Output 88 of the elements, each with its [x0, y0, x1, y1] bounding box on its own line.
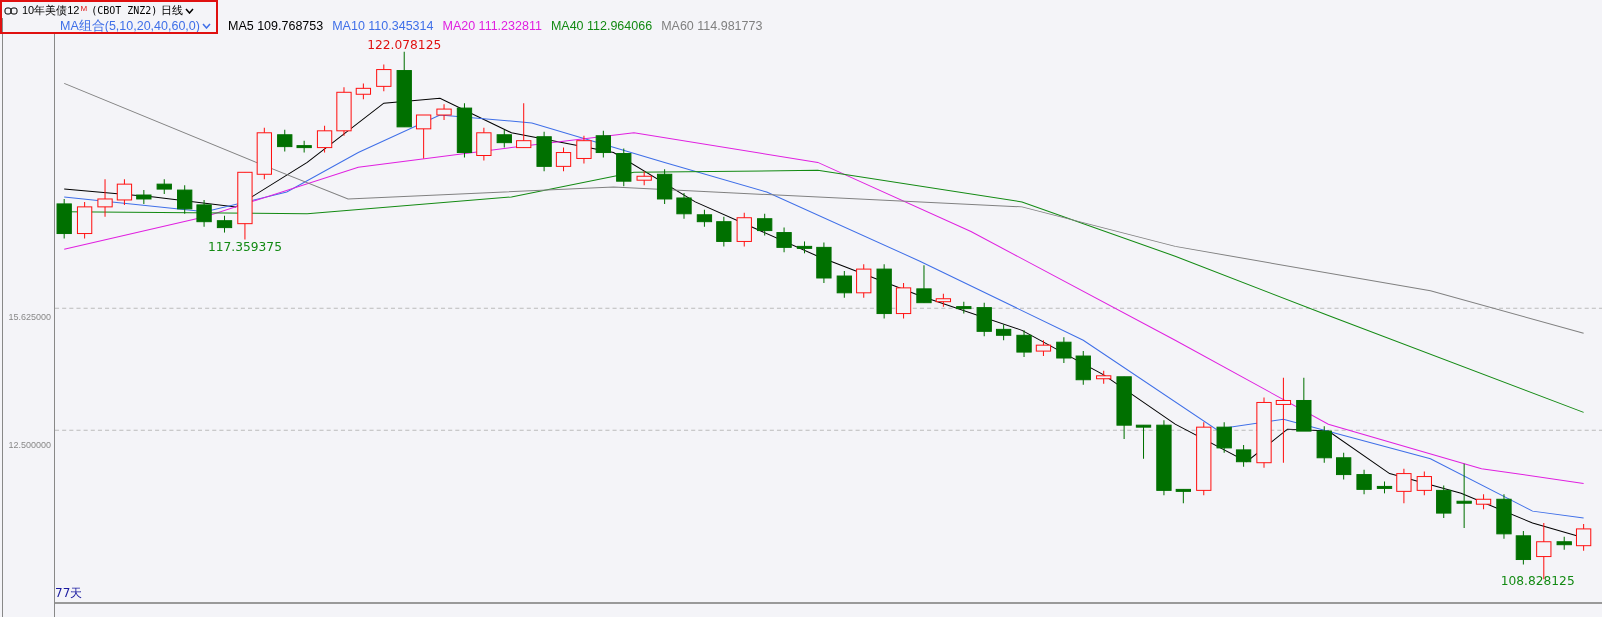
ma-legend: MA10 110.345314 — [332, 19, 434, 33]
price-tick: 12.500000 — [8, 440, 51, 450]
candlestick — [696, 209, 713, 228]
candlestick — [136, 189, 152, 205]
candlestick — [1436, 484, 1452, 519]
candlestick — [1016, 329, 1032, 358]
candlestick — [277, 129, 293, 153]
candlestick — [1175, 488, 1191, 504]
candlestick — [856, 263, 872, 299]
candlestick — [355, 82, 372, 100]
candlestick — [436, 103, 452, 121]
candlestick — [1396, 468, 1412, 504]
candlestick — [1316, 425, 1332, 464]
candlestick — [536, 131, 552, 172]
price-label: 117.359375 — [207, 240, 282, 255]
instrument-name: 10年美债12$^{M}$ — [22, 3, 88, 18]
candlestick — [736, 212, 752, 247]
candlestick — [1515, 530, 1531, 565]
candlestick — [1376, 481, 1393, 494]
candlestick — [1135, 424, 1152, 460]
price-label: 108.828125 — [1500, 574, 1575, 589]
candlestick — [1096, 370, 1112, 385]
instrument-code: (CBOT ZNZ2) — [91, 5, 158, 16]
candlestick — [1456, 463, 1472, 529]
candlestick — [1336, 452, 1352, 480]
candlestick — [956, 301, 972, 315]
candlestick — [416, 114, 432, 159]
candlestick — [976, 302, 992, 337]
period-dropdown[interactable]: 日线 — [161, 3, 195, 18]
candlestick — [476, 127, 492, 161]
candlestick — [1056, 336, 1072, 364]
candlestick — [1256, 397, 1272, 469]
candlestick — [1416, 471, 1432, 496]
candlestick — [676, 192, 692, 220]
candlestick — [555, 147, 572, 172]
candlestick — [516, 102, 532, 149]
candlestick — [1496, 493, 1512, 540]
candlestick — [336, 86, 352, 137]
candlestick — [916, 264, 932, 304]
candlestick — [1035, 339, 1052, 357]
candlestick — [296, 140, 312, 154]
candlestick — [1356, 469, 1372, 495]
candlestick — [1075, 350, 1091, 386]
candlestick — [616, 148, 632, 187]
candlestick — [177, 184, 193, 215]
candlestick — [1556, 536, 1572, 551]
candlestick — [1575, 523, 1592, 552]
candlestick — [1116, 376, 1132, 440]
price-label: 122.078125 — [367, 38, 442, 52]
candlestick — [1296, 377, 1312, 432]
candlestick — [595, 130, 611, 158]
candlestick — [876, 263, 892, 319]
candlestick — [656, 168, 673, 205]
candlestick — [796, 240, 813, 254]
candlestick — [376, 64, 392, 92]
ma-legend: MA60 114.981773 — [661, 19, 763, 33]
candlestick — [256, 127, 272, 180]
price-tick: 15.625000 — [8, 312, 51, 322]
candlestick — [76, 201, 93, 239]
indicator-dropdown[interactable]: MA组合(5,10,20,40,60,0) — [60, 17, 211, 35]
candlestick — [757, 213, 773, 236]
candlestick — [56, 198, 72, 239]
candlestick — [1475, 493, 1492, 510]
candlestick — [456, 102, 473, 158]
candlestick — [895, 282, 912, 319]
candlestick — [836, 270, 852, 299]
candlestick — [716, 216, 732, 247]
candlestick — [935, 293, 951, 308]
candlestick — [1216, 421, 1232, 454]
candlestick — [97, 178, 113, 218]
candlestick — [1235, 444, 1252, 468]
candlestick — [156, 178, 172, 195]
link-icon — [4, 6, 18, 15]
candlestick — [576, 135, 592, 164]
candlestick — [496, 129, 512, 149]
candlestick — [776, 227, 792, 253]
candlestick — [816, 241, 832, 284]
ma-legend: MA40 112.964066 — [550, 19, 653, 33]
ma-legend: MA5 109.768753 — [227, 19, 324, 33]
ma-legend: MA20 111.232811 — [442, 19, 542, 33]
candlestick — [196, 199, 212, 228]
candlestick — [316, 125, 333, 154]
candlestick — [995, 323, 1012, 341]
candlestick — [237, 171, 253, 240]
candlestick — [216, 215, 233, 234]
day-count: 77天 — [55, 585, 83, 602]
candlestick — [636, 170, 652, 186]
candlestick — [116, 178, 133, 206]
